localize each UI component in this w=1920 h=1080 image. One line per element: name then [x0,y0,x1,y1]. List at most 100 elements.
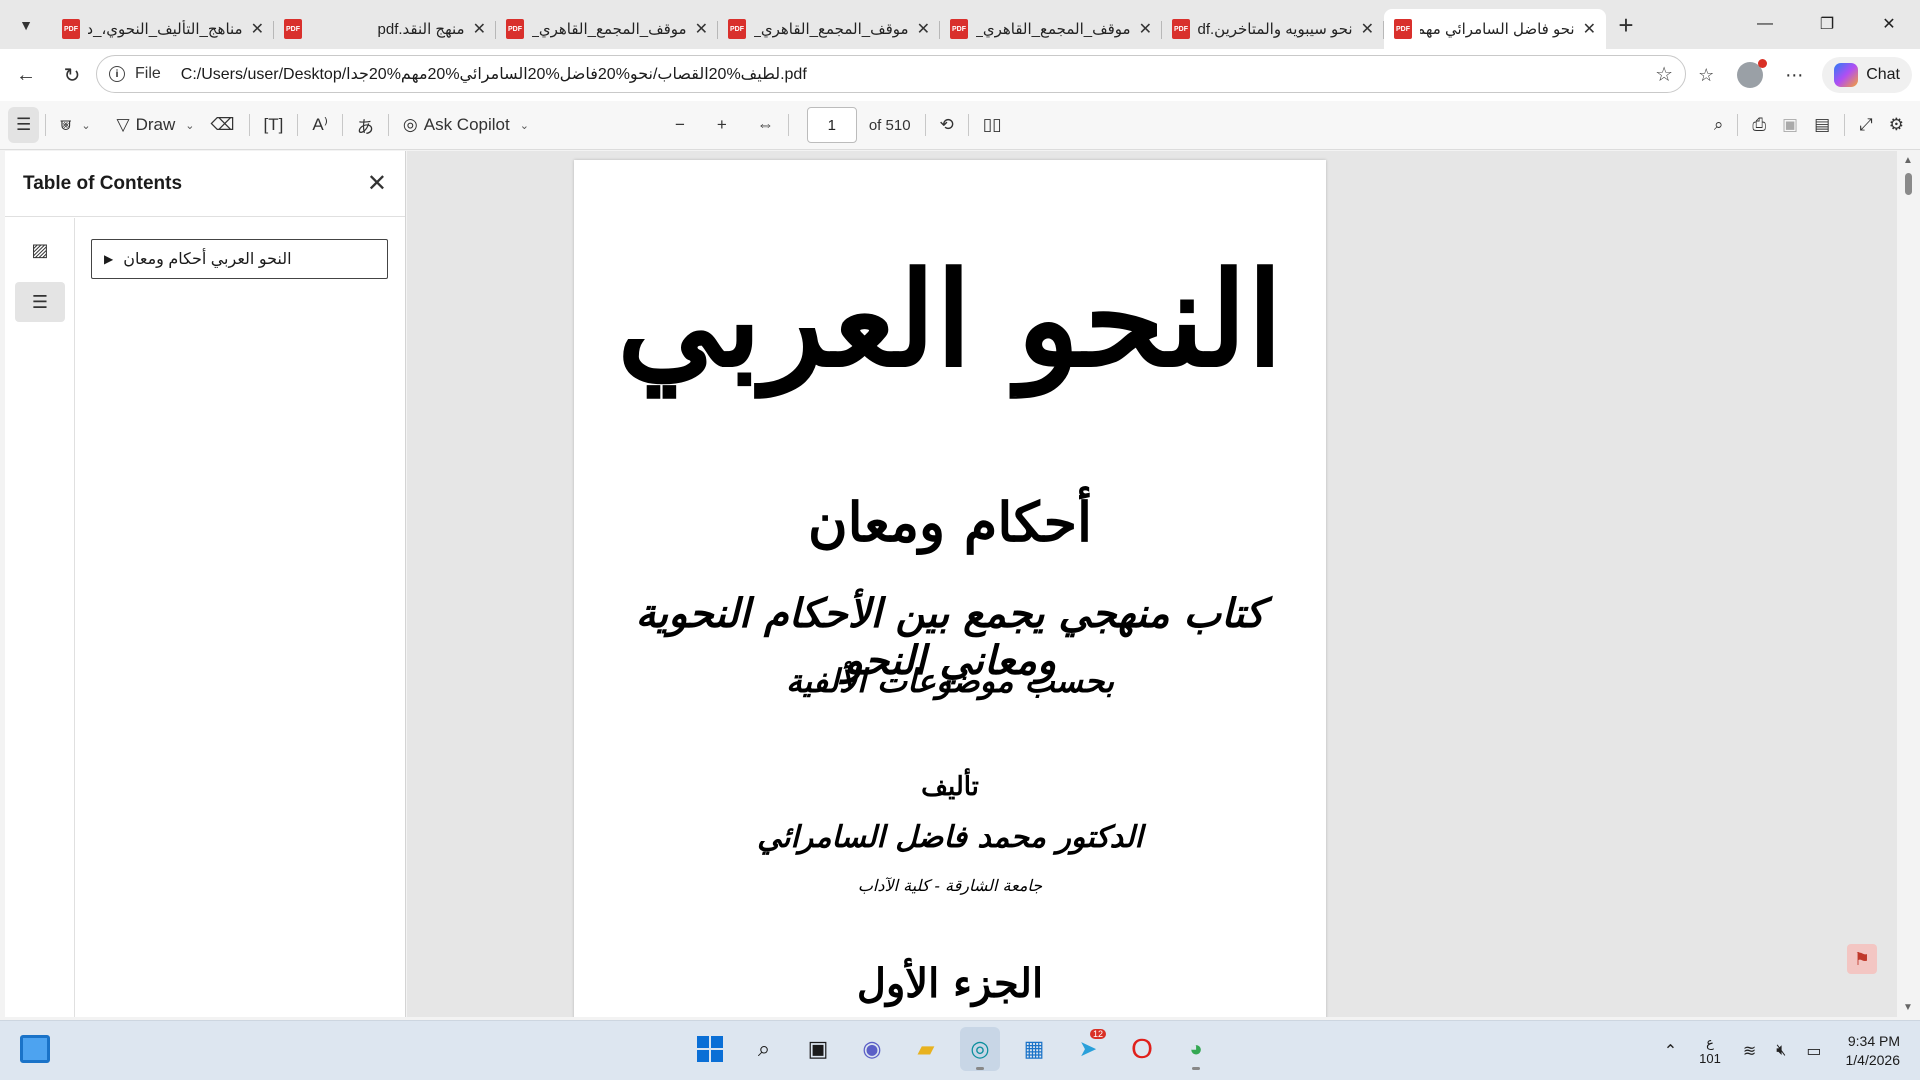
highlight-button[interactable]: ⩐ ⌄ [52,107,98,143]
task-view-icon[interactable]: ▣ [798,1027,838,1071]
restore-icon[interactable]: ❐ [1796,0,1858,48]
ask-copilot-button[interactable]: ◎ Ask Copilot ⌄ [395,107,537,143]
table-of-contents-toggle-icon[interactable]: ☰ [8,107,40,143]
tab-6-active[interactable]: PDF نحو فاضل السامرائي مهم ✕ [1384,9,1606,49]
wifi-icon[interactable]: ≋ [1743,1041,1756,1061]
refresh-icon[interactable]: ↻ [52,55,92,95]
tab-close-icon[interactable]: ✕ [1583,19,1596,39]
add-text-icon[interactable]: [T] [256,107,292,143]
read-aloud-icon[interactable]: A⁾ [304,107,336,143]
favorite-star-icon[interactable]: ☆ [1655,62,1673,87]
chevron-down-icon[interactable]: ⌄ [520,119,529,132]
volume-muted-icon[interactable]: 🔇︎ [1776,1042,1786,1060]
zoom-in-icon[interactable]: + [709,107,735,143]
tab-actions-chevron-down-icon[interactable]: ▼ [8,7,44,43]
widgets-icon[interactable] [20,1035,50,1063]
adobe-acrobat-icon[interactable]: ⚑ [1847,944,1877,974]
search-icon[interactable]: ⌕ [744,1027,784,1071]
highlighter-icon: ⩐ [60,115,72,134]
eraser-icon[interactable]: ⌫ [203,107,243,143]
notification-badge: 12 [1089,1029,1106,1039]
teams-chat-icon[interactable]: ◉ [852,1027,892,1071]
back-arrow-icon[interactable]: ← [6,55,46,95]
close-panel-icon[interactable]: ✕ [367,169,387,198]
save-as-icon[interactable]: ▤ [1806,107,1838,143]
edge-browser-icon[interactable]: ◎ [960,1027,1000,1071]
tab-close-icon[interactable]: ✕ [251,19,264,39]
tab-close-icon[interactable]: ✕ [917,19,930,39]
opera-icon[interactable]: O [1122,1027,1162,1071]
search-icon[interactable]: ⌕ [1706,107,1732,143]
tab-3[interactable]: PDF موقف_المجمع_القاهري_م... ✕ [718,9,940,49]
translate-icon[interactable]: あ [349,107,382,143]
contents-list-icon[interactable]: ☰ [15,282,65,322]
print-icon[interactable]: ⎙ [1744,107,1774,143]
expand-triangle-icon[interactable]: ▶ [104,252,113,266]
info-icon[interactable]: i [109,66,125,82]
taskbar-apps: ⌕ ▣ ◉ ▰ ◎ ▦ ➤ 12 O ◕ [690,1027,1216,1071]
tab-0[interactable]: PDF مناهج_التأليف_النحوي،_د... ✕ [52,9,274,49]
tab-close-icon[interactable]: ✕ [695,19,708,39]
fit-to-width-icon[interactable]: ⇔ [749,107,782,143]
minimize-icon[interactable]: — [1734,0,1796,48]
page-number-input[interactable]: 1 [806,107,857,143]
battery-icon[interactable]: ▭ [1806,1041,1821,1061]
pdf-icon: PDF [62,19,80,39]
address-input[interactable]: i File C:/Users/user/Desktop/لطيف%20القص… [96,55,1686,93]
start-windows-icon[interactable] [690,1027,730,1071]
scroll-down-arrow-icon[interactable]: ▼ [1903,1002,1913,1013]
profile-button[interactable] [1728,55,1772,95]
avatar-icon [1737,59,1768,88]
tab-5[interactable]: PDF نحو سيبويه والمتاخرين.pdf ✕ [1162,9,1384,49]
running-indicator [976,1067,984,1070]
thumbnails-image-icon[interactable]: ▨ [15,230,65,270]
telegram-icon[interactable]: ➤ 12 [1068,1027,1108,1071]
scrollbar-thumb[interactable] [1905,173,1912,195]
tab-1[interactable]: PDF منهج النقد.pdf ✕ [274,9,496,49]
page-total: of 510 [868,116,911,134]
clock[interactable]: 9:34 PM 1/4/2026 [1846,1032,1901,1070]
file-explorer-folder-icon[interactable]: ▰ [906,1027,946,1071]
taskbar: ⌕ ▣ ◉ ▰ ◎ ▦ ➤ 12 O ◕ ⌃ ع 101 ≋ 🔇︎ ▭ 9:34 … [0,1020,1920,1080]
page-view-icon[interactable]: ▯▯ [975,107,1010,143]
chrome-icon[interactable]: ◕ [1176,1027,1216,1071]
tab-2[interactable]: PDF موقف_المجمع_القاهري_م... ✕ [496,9,718,49]
close-window-icon[interactable]: ✕ [1858,0,1920,48]
draw-button[interactable]: ▽ Draw ⌄ [109,107,203,143]
zoom-out-icon[interactable]: − [667,107,693,143]
tab-4[interactable]: PDF موقف_المجمع_القاهري_م... ✕ [940,9,1162,49]
toc-item-label: النحو العربي أحكام ومعان [123,251,292,268]
toolbar-divider [1737,114,1739,136]
rotate-icon[interactable]: ⟲ [932,107,962,143]
scroll-up-arrow-icon[interactable]: ▲ [1903,155,1913,166]
microsoft-store-icon[interactable]: ▦ [1014,1027,1054,1071]
running-indicator [1192,1067,1200,1070]
vertical-scrollbar[interactable]: ▲ ▼ [1897,151,1920,1017]
settings-gear-icon[interactable]: ⚙ [1881,107,1912,143]
save-icon[interactable]: ▣ [1774,107,1806,143]
new-tab-plus-icon[interactable]: + [1606,5,1646,45]
input-language[interactable]: ع 101 [1699,1035,1721,1067]
tab-close-icon[interactable]: ✕ [1139,19,1152,39]
show-hidden-icons-chevron-up-icon[interactable]: ⌃ [1664,1041,1677,1061]
pdf-icon: PDF [284,19,302,39]
fullscreen-icon[interactable]: ⤢ [1851,107,1881,143]
pdf-icon: PDF [728,19,746,39]
tab-close-icon[interactable]: ✕ [1361,19,1374,39]
copilot-icon [1834,63,1859,87]
copilot-chat-button[interactable]: Chat [1822,57,1912,93]
favorites-icon[interactable]: ☆ [1684,55,1728,95]
chevron-down-icon[interactable]: ⌄ [185,119,194,132]
panel-title: Table of Contents [23,172,183,194]
more-options-icon[interactable]: ⋯ [1772,55,1816,95]
chat-label: Chat [1866,66,1900,83]
pdf-icon: PDF [506,19,524,39]
tab-label: موقف_المجمع_القاهري_م... [532,21,687,38]
url-text: C:/Users/user/Desktop/لطيف%20القصاب/نحو%… [180,66,807,83]
tab-close-icon[interactable]: ✕ [473,19,486,39]
pdf-viewer[interactable]: النحو العربي أحكام ومعان كتاب منهجي يجمع… [407,151,1897,1017]
draw-pen-icon: ▽ [116,115,130,134]
toc-item[interactable]: ▶ النحو العربي أحكام ومعان [91,239,388,279]
chevron-down-icon[interactable]: ⌄ [81,119,90,132]
tab-label: مناهج_التأليف_النحوي،_د... [88,21,243,38]
